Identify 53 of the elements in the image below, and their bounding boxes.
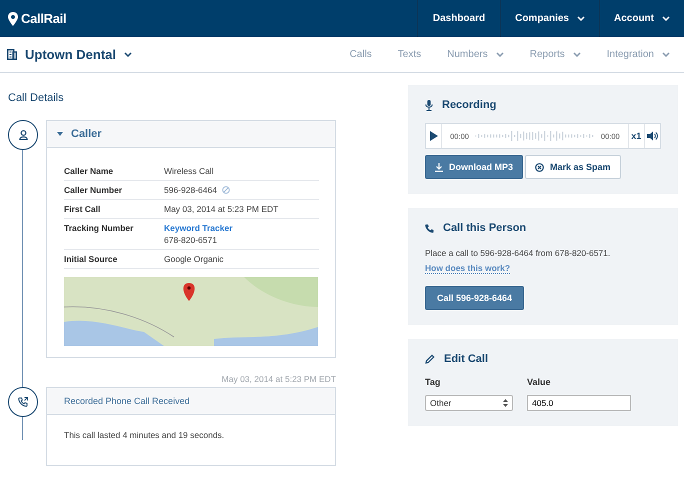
- phone-icon: [425, 224, 434, 232]
- event-timestamp: May 03, 2014 at 5:23 PM EDT: [220, 374, 336, 384]
- nav-menu-item[interactable]: Dashboard: [416, 0, 500, 37]
- field-value: 596-928-6464: [164, 185, 217, 195]
- nav-menu-item[interactable]: Companies: [500, 0, 599, 37]
- panel-title: Recording: [442, 99, 496, 111]
- chevron-down-icon: [124, 52, 132, 57]
- page-title: Call Details: [8, 92, 65, 104]
- pencil-icon: [425, 354, 435, 364]
- playback-speed-button[interactable]: x1: [628, 124, 645, 148]
- location-pin-icon: [8, 12, 18, 26]
- field-label: Caller Number: [64, 185, 124, 195]
- call-button[interactable]: Call 596-928-6464: [425, 286, 524, 310]
- person-icon: [18, 130, 28, 140]
- tracker-link[interactable]: Keyword Tracker: [164, 223, 233, 233]
- speaker-icon: [646, 131, 658, 141]
- subnav-tab[interactable]: Texts: [398, 49, 422, 60]
- value-input[interactable]: 405.0: [527, 395, 631, 411]
- company-selector[interactable]: Uptown Dental: [0, 47, 132, 62]
- field-label: Initial Source: [64, 254, 118, 264]
- blocked-icon: [222, 186, 230, 194]
- spam-button[interactable]: Mark as Spam: [525, 155, 621, 179]
- event-description: This call lasted 4 minutes and 19 seconds.: [63, 429, 226, 442]
- call-instructions: Place a call to 596-928-6464 from 678-820-6571. How does this work?: [425, 247, 612, 276]
- caller-section-toggle[interactable]: Caller: [47, 121, 335, 148]
- field-label: First Call: [64, 204, 102, 214]
- value-label: Value: [527, 377, 552, 387]
- nav-menu-item[interactable]: Account: [599, 0, 684, 37]
- panel-title: Edit Call: [444, 353, 488, 365]
- subnav-tab[interactable]: Integration: [606, 49, 670, 60]
- download-button[interactable]: Download MP3: [425, 155, 524, 179]
- microphone-icon: [425, 100, 433, 110]
- field-label: Tracking Number: [64, 223, 134, 235]
- phone-icon: [18, 397, 28, 407]
- field-value: Wireless Call: [164, 166, 214, 176]
- subnav-tab[interactable]: Numbers: [447, 49, 504, 60]
- panel-title: Call this Person: [443, 222, 526, 234]
- circle-x-icon: [535, 162, 544, 172]
- tag-dropdown[interactable]: Other: [425, 395, 513, 411]
- help-link[interactable]: How does this work?: [425, 263, 510, 274]
- field-value: 678-820-6571: [164, 235, 217, 245]
- tag-label: Tag: [425, 377, 442, 387]
- building-icon: [7, 49, 17, 60]
- play-icon: [430, 131, 438, 141]
- logo-text: CallRail: [21, 11, 66, 26]
- download-icon: [435, 162, 443, 172]
- field-value: May 03, 2014 at 5:23 PM EDT: [164, 204, 278, 214]
- subnav-tab[interactable]: Calls: [350, 49, 372, 60]
- field-value: Google Organic: [164, 254, 224, 264]
- event-title: Recorded Phone Call Received: [47, 388, 335, 415]
- updown-arrows-icon: [503, 399, 508, 407]
- subnav-tab[interactable]: Reports: [530, 49, 581, 60]
- field-label: Caller Name: [64, 166, 114, 176]
